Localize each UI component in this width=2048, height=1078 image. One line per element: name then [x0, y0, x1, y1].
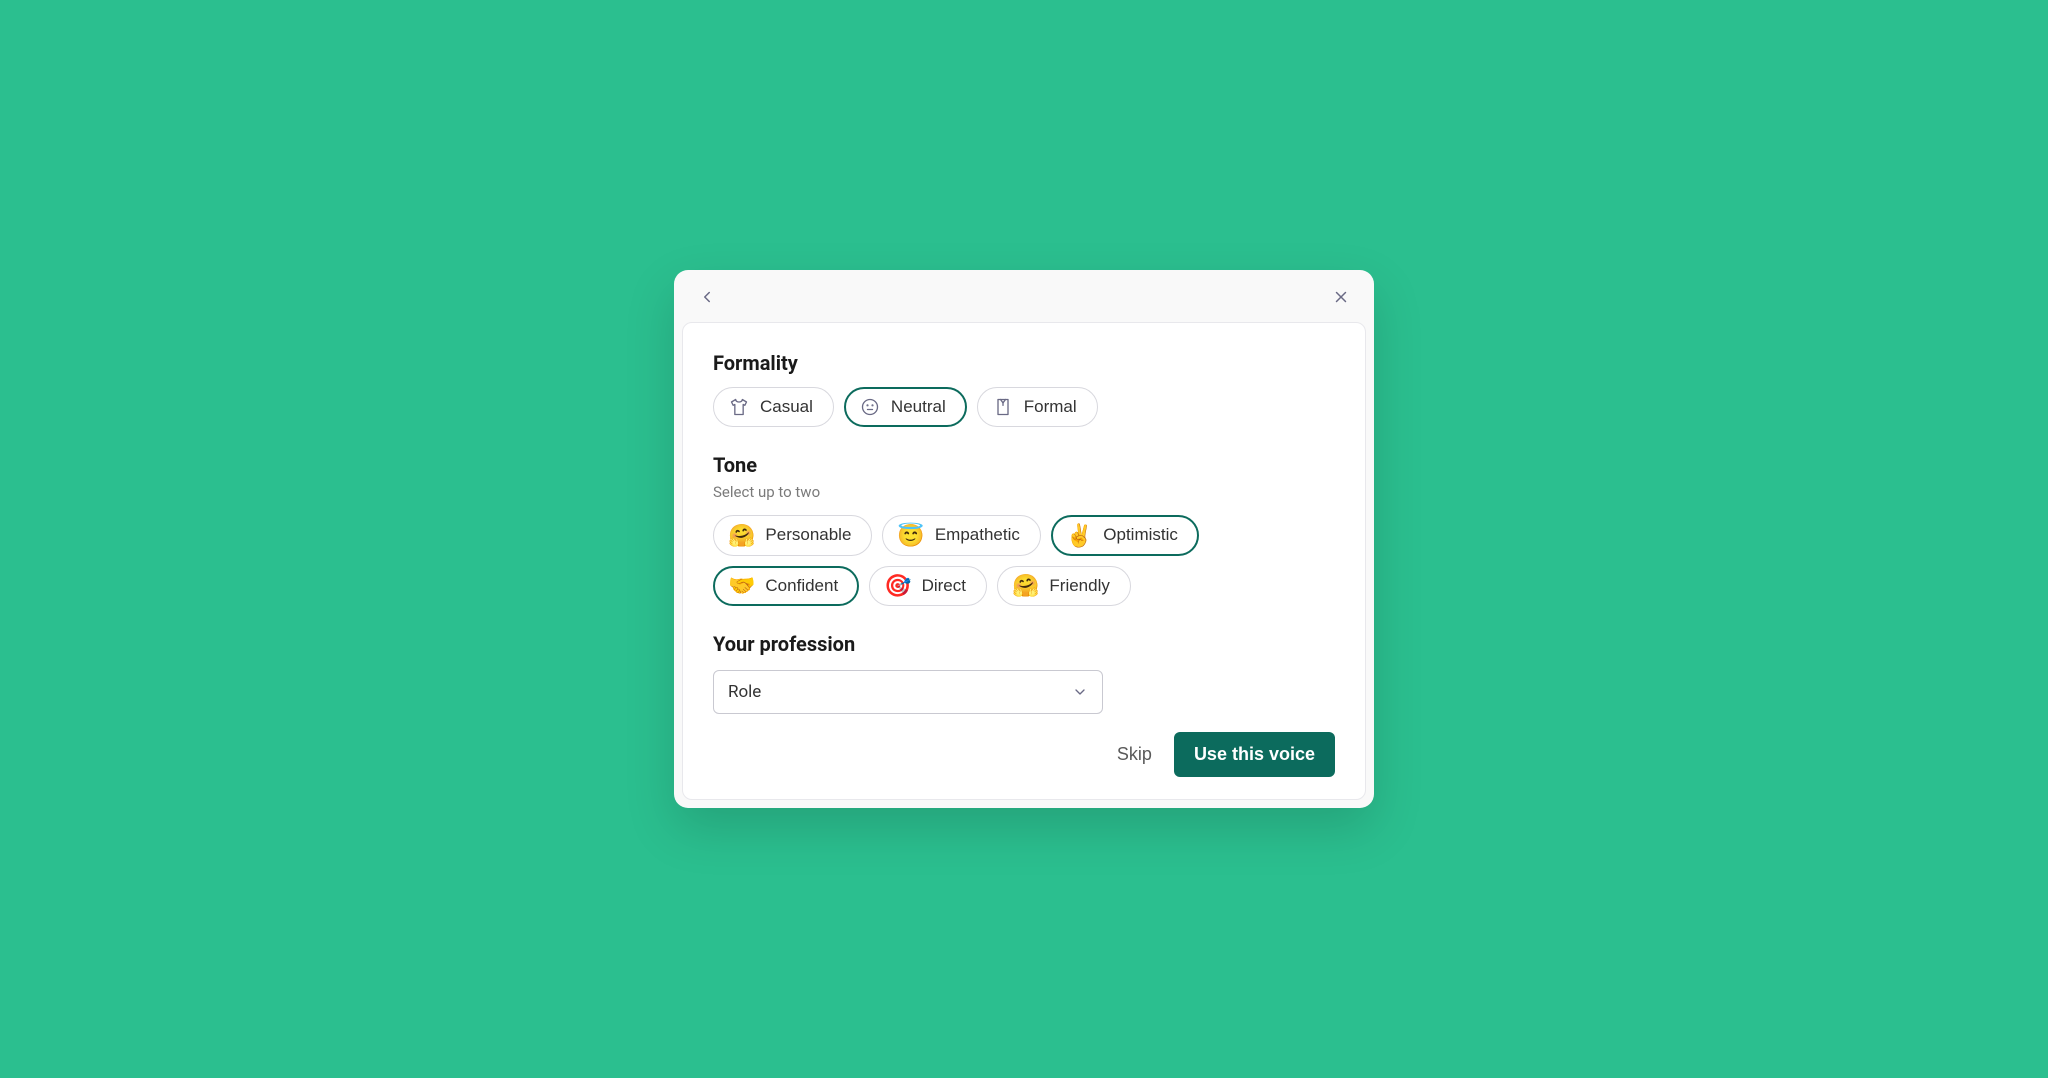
handshake-icon: 🤝: [728, 575, 755, 597]
chevron-left-icon: [698, 288, 716, 306]
shirt-collar-icon: [992, 396, 1014, 418]
chip-label: Formal: [1024, 396, 1077, 418]
formality-section: Formality Casual Neutral: [713, 351, 1335, 427]
chip-label: Confident: [765, 575, 838, 597]
skip-button[interactable]: Skip: [1117, 744, 1152, 765]
chip-label: Friendly: [1049, 575, 1109, 597]
tone-subtitle: Select up to two: [713, 483, 1335, 501]
tone-chip-personable[interactable]: 🤗 Personable: [713, 515, 872, 555]
profession-section: Your profession Role: [713, 632, 1335, 714]
halo-face-icon: 😇: [897, 525, 924, 547]
chip-label: Optimistic: [1103, 524, 1178, 546]
tone-chip-empathetic[interactable]: 😇 Empathetic: [882, 515, 1040, 555]
voice-setup-modal: Formality Casual Neutral: [674, 270, 1374, 807]
modal-header: [674, 270, 1374, 322]
neutral-face-icon: [859, 396, 881, 418]
formality-chip-neutral[interactable]: Neutral: [844, 387, 967, 427]
hugging-face-icon: 🤗: [728, 525, 755, 547]
chip-label: Direct: [922, 575, 966, 597]
tone-chip-confident[interactable]: 🤝 Confident: [713, 566, 859, 606]
use-voice-button[interactable]: Use this voice: [1174, 732, 1335, 777]
select-placeholder: Role: [728, 682, 761, 702]
formality-options: Casual Neutral Formal: [713, 387, 1335, 427]
back-button[interactable]: [694, 284, 720, 310]
chevron-down-icon: [1072, 684, 1088, 700]
close-icon: [1332, 288, 1350, 306]
tone-options: 🤗 Personable 😇 Empathetic ✌️ Optimistic …: [713, 515, 1335, 605]
formality-title: Formality: [713, 351, 1335, 375]
tone-chip-direct[interactable]: 🎯 Direct: [869, 566, 987, 606]
modal-footer: Skip Use this voice: [713, 732, 1335, 777]
tone-section: Tone Select up to two 🤗 Personable 😇 Emp…: [713, 453, 1335, 605]
tone-title: Tone: [713, 453, 1335, 477]
chip-label: Personable: [765, 524, 851, 546]
formality-chip-casual[interactable]: Casual: [713, 387, 834, 427]
profession-title: Your profession: [713, 632, 1335, 656]
close-button[interactable]: [1328, 284, 1354, 310]
tone-chip-optimistic[interactable]: ✌️ Optimistic: [1051, 515, 1199, 555]
tone-chip-friendly[interactable]: 🤗 Friendly: [997, 566, 1131, 606]
profession-select[interactable]: Role: [713, 670, 1103, 714]
victory-hand-icon: ✌️: [1066, 525, 1093, 547]
tshirt-icon: [728, 396, 750, 418]
formality-chip-formal[interactable]: Formal: [977, 387, 1098, 427]
smiling-hug-icon: 🤗: [1012, 575, 1039, 597]
chip-label: Neutral: [891, 396, 946, 418]
chip-label: Casual: [760, 396, 813, 418]
target-icon: 🎯: [884, 575, 911, 597]
modal-body: Formality Casual Neutral: [682, 322, 1366, 799]
chip-label: Empathetic: [935, 524, 1020, 546]
